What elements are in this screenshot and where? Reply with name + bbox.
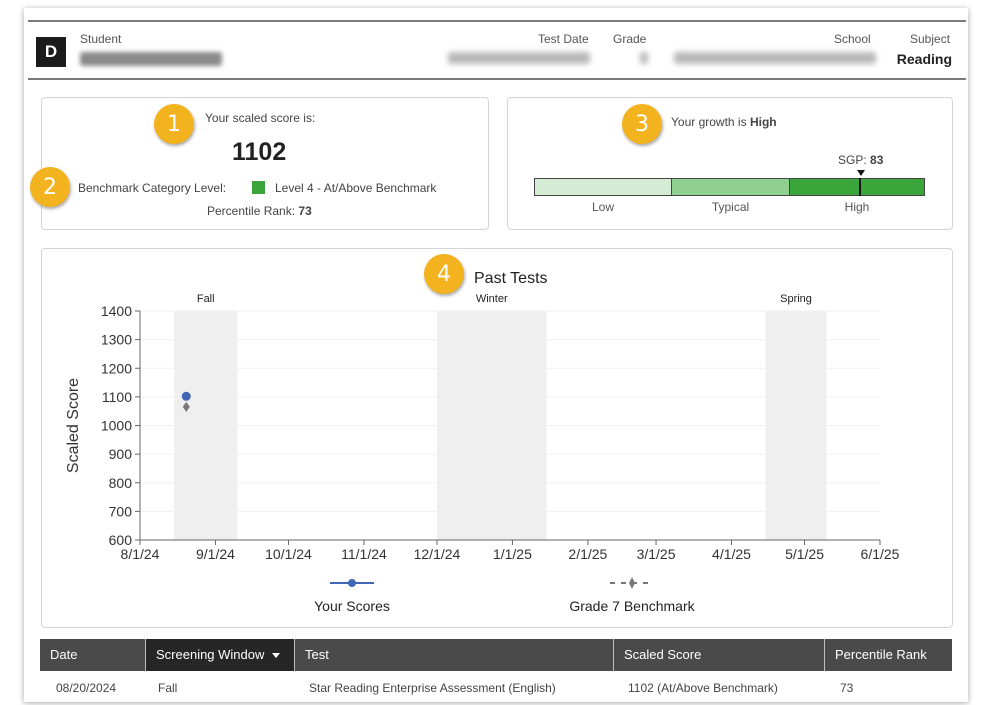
- results-table-header: Date Screening Window Test Scaled Score …: [40, 639, 952, 671]
- past-tests-chart: Fall Winter Spring600700800900100011001200…: [65, 293, 900, 614]
- x-tick-label: 6/1/25: [861, 546, 900, 562]
- cell-date: 08/20/2024: [56, 681, 117, 695]
- y-tick-label: 800: [109, 475, 133, 491]
- x-tick-label: 12/1/24: [414, 546, 461, 562]
- col-test[interactable]: Test: [295, 639, 613, 671]
- sort-caret-icon: [272, 653, 281, 659]
- x-tick-label: 10/1/24: [265, 546, 312, 562]
- window-label-spring: Spring: [780, 293, 812, 305]
- window-label-fall: Fall: [197, 293, 215, 305]
- x-tick-label: 8/1/24: [121, 546, 160, 562]
- cell-scaled-score: 1102 (At/Above Benchmark): [628, 681, 778, 695]
- col-percentile-rank[interactable]: Percentile Rank: [825, 639, 952, 671]
- y-tick-label: 1100: [102, 389, 132, 405]
- legend-benchmark-label: Grade 7 Benchmark: [569, 598, 695, 614]
- window-label-winter: Winter: [476, 293, 508, 305]
- col-screening-window[interactable]: Screening Window: [146, 639, 294, 671]
- x-tick-label: 4/1/25: [712, 546, 751, 562]
- x-tick-label: 5/1/25: [785, 546, 824, 562]
- x-tick-label: 9/1/24: [196, 546, 235, 562]
- your-score-point: [181, 391, 191, 401]
- y-axis-label: Scaled Score: [65, 378, 82, 473]
- col-date[interactable]: Date: [40, 639, 145, 671]
- legend-your-scores-label: Your Scores: [314, 598, 390, 614]
- legend-benchmark-marker: [629, 577, 635, 589]
- x-tick-label: 11/1/24: [341, 546, 387, 562]
- x-tick-label: 2/1/25: [568, 546, 607, 562]
- y-tick-label: 1000: [101, 418, 132, 434]
- col-scaled-score[interactable]: Scaled Score: [614, 639, 824, 671]
- y-tick-label: 1400: [101, 303, 132, 319]
- y-tick-label: 700: [109, 503, 133, 519]
- cell-percentile: 73: [840, 681, 854, 695]
- legend-your-scores-marker: [348, 579, 356, 587]
- y-tick-label: 900: [109, 446, 133, 462]
- cell-window: Fall: [158, 681, 178, 695]
- col-screening-window-label: Screening Window: [156, 647, 265, 662]
- x-tick-label: 1/1/25: [493, 546, 532, 562]
- y-tick-label: 1300: [101, 332, 132, 348]
- y-tick-label: 1200: [101, 360, 132, 376]
- cell-test: Star Reading Enterprise Assessment (Engl…: [309, 681, 556, 695]
- x-tick-label: 3/1/25: [637, 546, 676, 562]
